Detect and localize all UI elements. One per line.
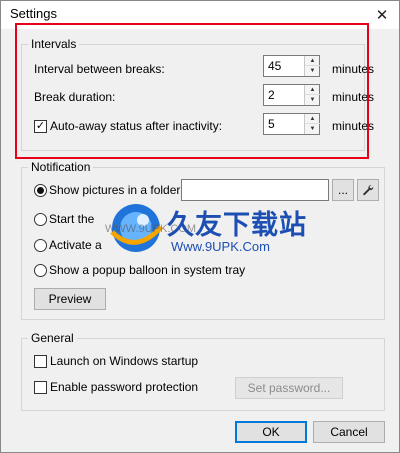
break-duration-arrows: ▲ ▼ bbox=[304, 85, 320, 105]
launch-startup-label: Launch on Windows startup bbox=[50, 354, 199, 368]
close-button[interactable]: ✕ bbox=[365, 1, 399, 29]
auto-away-arrows: ▲ ▼ bbox=[304, 114, 320, 134]
start-program-radio[interactable] bbox=[34, 213, 47, 226]
window-title: Settings bbox=[10, 6, 57, 21]
set-password-button[interactable]: Set password... bbox=[235, 377, 343, 399]
auto-away-value[interactable]: 5 bbox=[268, 117, 275, 131]
browse-folder-button[interactable]: ... bbox=[332, 179, 354, 201]
wrench-icon bbox=[363, 185, 374, 196]
password-protection-label: Enable password protection bbox=[50, 380, 199, 394]
break-interval-arrows: ▲ ▼ bbox=[304, 56, 320, 76]
start-program-label: Start the bbox=[49, 212, 95, 226]
activate-label: Activate a bbox=[49, 238, 102, 252]
spin-up-icon[interactable]: ▲ bbox=[305, 114, 320, 124]
auto-away-checkbox[interactable]: ✓ bbox=[34, 120, 47, 133]
launch-startup-checkbox[interactable] bbox=[34, 355, 47, 368]
spin-down-icon[interactable]: ▼ bbox=[305, 66, 320, 76]
settings-window: Settings ✕ Intervals Interval between br… bbox=[0, 0, 400, 453]
folder-path-input[interactable] bbox=[181, 179, 329, 201]
spin-down-icon[interactable]: ▼ bbox=[305, 95, 320, 105]
activate-radio[interactable] bbox=[34, 239, 47, 252]
break-duration-label: Break duration: bbox=[34, 90, 116, 104]
spin-up-icon[interactable]: ▲ bbox=[305, 85, 320, 95]
show-pictures-radio[interactable] bbox=[34, 184, 47, 197]
popup-balloon-radio[interactable] bbox=[34, 264, 47, 277]
popup-balloon-label: Show a popup balloon in system tray bbox=[49, 263, 246, 277]
intervals-legend: Intervals bbox=[31, 37, 77, 51]
break-interval-value[interactable]: 45 bbox=[268, 59, 281, 73]
spin-down-icon[interactable]: ▼ bbox=[305, 124, 320, 134]
auto-away-spinner[interactable]: 5 ▲ ▼ bbox=[263, 113, 320, 135]
preview-button[interactable]: Preview bbox=[34, 288, 106, 310]
auto-away-unit: minutes bbox=[332, 119, 375, 133]
password-protection-checkbox[interactable] bbox=[34, 381, 47, 394]
break-interval-label: Interval between breaks: bbox=[34, 62, 165, 76]
ok-button[interactable]: OK bbox=[235, 421, 307, 443]
break-duration-spinner[interactable]: 2 ▲ ▼ bbox=[263, 84, 320, 106]
general-group: General bbox=[21, 331, 385, 411]
break-interval-spinner[interactable]: 45 ▲ ▼ bbox=[263, 55, 320, 77]
spin-up-icon[interactable]: ▲ bbox=[305, 56, 320, 66]
auto-away-label: Auto-away status after inactivity: bbox=[50, 119, 223, 133]
notification-legend: Notification bbox=[31, 160, 91, 174]
show-pictures-label: Show pictures in a folder: bbox=[49, 183, 184, 197]
title-bar: Settings ✕ bbox=[1, 1, 399, 29]
wrench-settings-button[interactable] bbox=[357, 179, 379, 201]
break-duration-value[interactable]: 2 bbox=[268, 88, 275, 102]
break-interval-unit: minutes bbox=[332, 62, 375, 76]
break-duration-unit: minutes bbox=[332, 90, 375, 104]
cancel-button[interactable]: Cancel bbox=[313, 421, 385, 443]
general-legend: General bbox=[31, 331, 74, 345]
